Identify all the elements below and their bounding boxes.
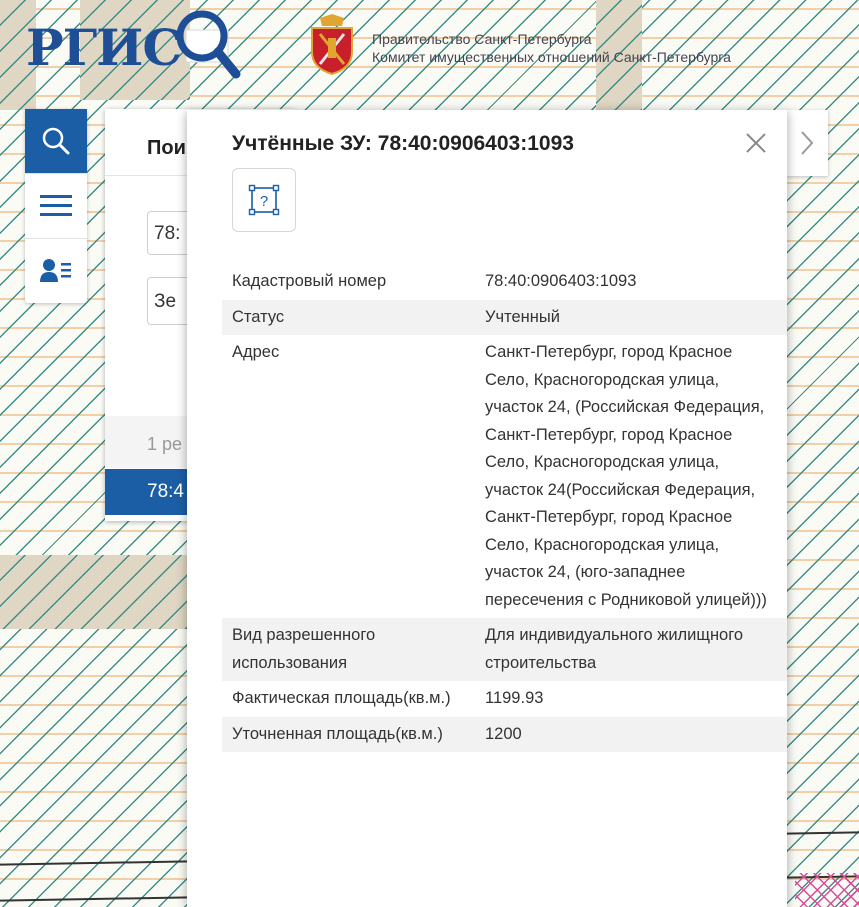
attribute-value: Учтенный — [475, 299, 787, 335]
attribute-value: 78:40:0906403:1093 — [485, 272, 637, 290]
user-list-icon — [40, 259, 71, 282]
left-toolbar — [25, 109, 87, 303]
search-panel-title: Пои — [147, 137, 186, 159]
gov-line-1: Правительство Санкт-Петербурга — [372, 31, 592, 47]
close-icon[interactable] — [743, 130, 769, 156]
results-count: 1 ре — [147, 434, 183, 454]
gov-line-2: Комитет имущественных отношений Санкт-Пе… — [372, 49, 731, 65]
rgis-logo[interactable]: РГИС — [26, 18, 182, 77]
map-road-line — [785, 831, 859, 835]
search-button[interactable] — [25, 109, 87, 174]
attribute-row: Статус Учтенный — [222, 299, 787, 335]
user-list-button[interactable] — [25, 239, 87, 303]
attribute-label: Кадастровый номер — [232, 272, 387, 290]
attribute-label: Статус — [222, 299, 475, 335]
attribute-row: Уточненная площадь(кв.м.) 1200 — [222, 716, 787, 752]
attribute-value: 1199.93 — [485, 689, 544, 707]
magnifier-logo-icon — [176, 10, 241, 79]
help-icon: ? — [248, 184, 280, 216]
attribute-label: Вид разрешенного использования — [222, 618, 475, 681]
chevron-right-icon — [801, 131, 814, 155]
map-parcel — [0, 555, 190, 629]
help-button[interactable]: ? — [232, 168, 296, 232]
attribute-row: Вид разрешенного использования Для индиви… — [222, 618, 787, 681]
svg-text:?: ? — [260, 193, 268, 210]
menu-icon — [40, 195, 72, 216]
map-road-line — [0, 860, 191, 866]
attribute-label: Уточненная площадь(кв.м.) — [222, 716, 475, 752]
layers-menu-button[interactable] — [25, 174, 87, 239]
attribute-row: Адрес Санкт-Петербург, город Красное Село… — [222, 335, 787, 618]
attribute-value: 1200 — [475, 716, 787, 752]
government-caption: Правительство Санкт-Петербурга Комитет и… — [372, 30, 731, 66]
attribute-value: Для индивидуального жилищного строительс… — [475, 618, 787, 681]
attribute-label: Фактическая площадь(кв.м.) — [232, 689, 451, 707]
map-highlight-parcel — [795, 873, 859, 907]
popup-title: Учтённые ЗУ: 78:40:0906403:1093 — [232, 132, 574, 155]
attribute-label: Адрес — [232, 343, 280, 361]
next-panel-button[interactable] — [786, 110, 828, 176]
search-icon — [42, 127, 70, 155]
attribute-row: Фактическая площадь(кв.м.) 1199.93 — [222, 681, 787, 717]
attribute-row: Кадастровый номер 78:40:0906403:1093 — [222, 264, 787, 300]
coat-of-arms-icon — [311, 14, 353, 76]
map-road-line — [0, 896, 191, 902]
attribute-value: Санкт-Петербург, город Красное Село, Кра… — [485, 343, 767, 609]
attribute-table: Кадастровый номер 78:40:0906403:1093 Стату… — [222, 264, 787, 752]
feature-info-popup: Учтённые ЗУ: 78:40:0906403:1093 ? Кадаст… — [187, 110, 787, 907]
